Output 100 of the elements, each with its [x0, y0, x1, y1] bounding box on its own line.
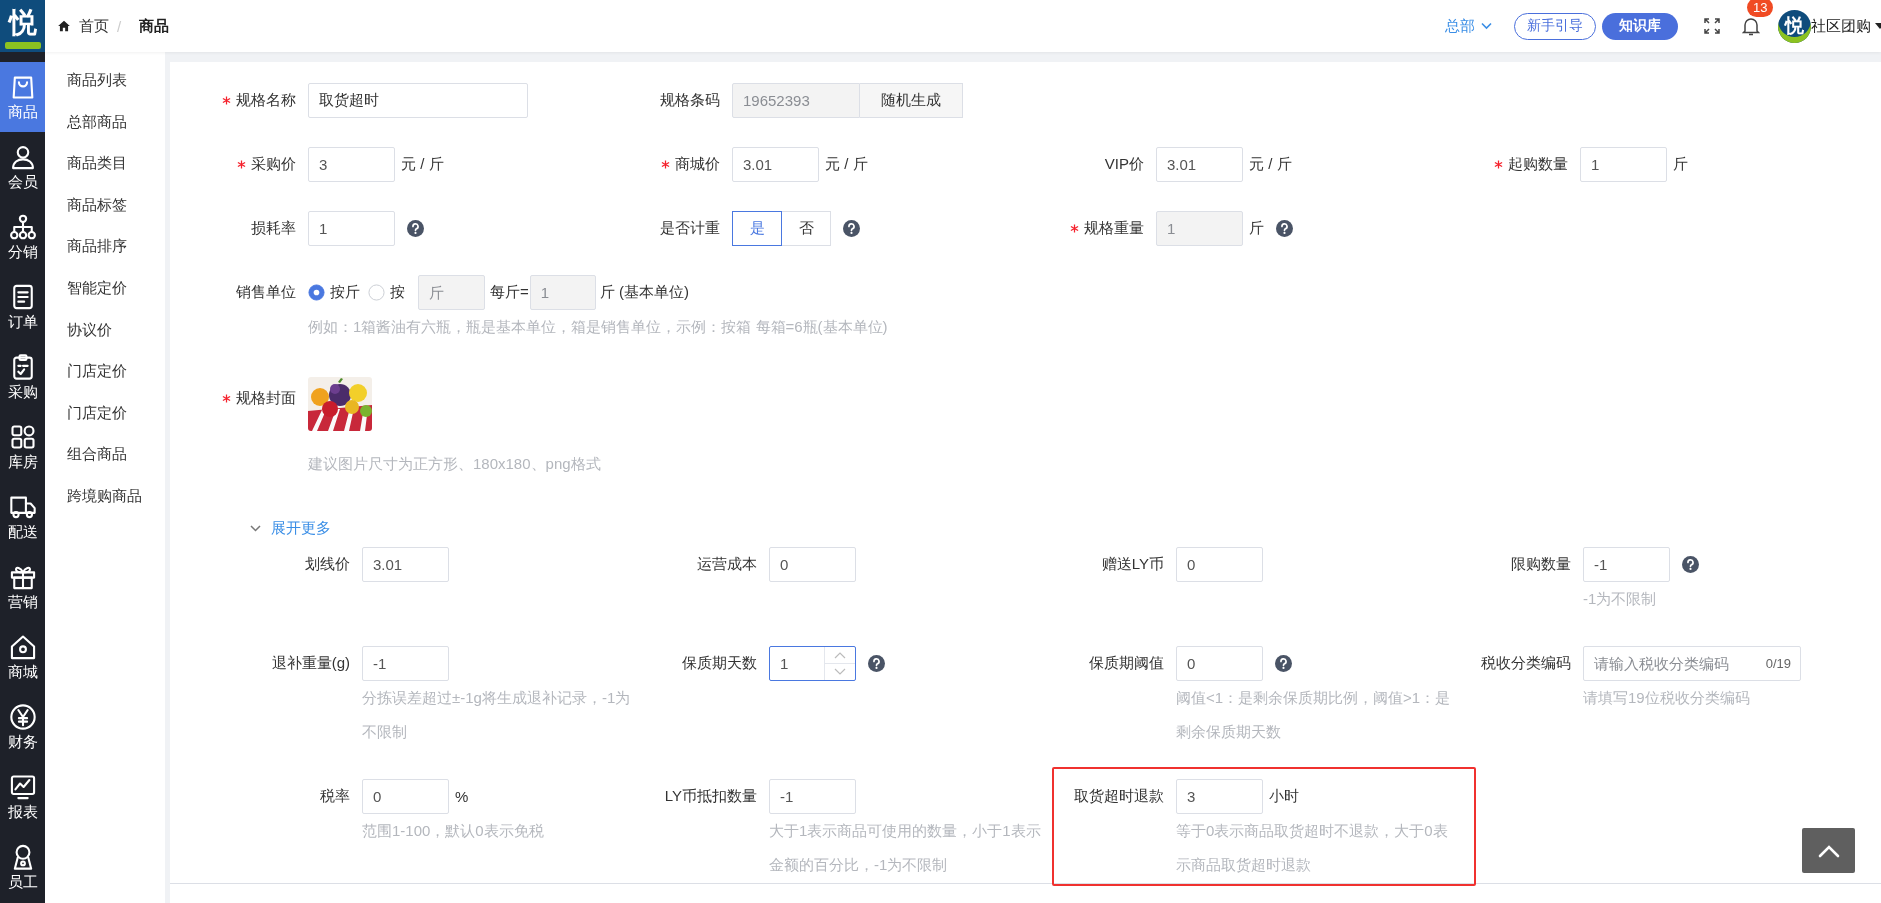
- sub-nav-item[interactable]: 商品类目: [45, 142, 165, 184]
- chevron-up-icon: [1817, 843, 1840, 858]
- nav-item[interactable]: 采购: [0, 342, 45, 412]
- hint-text: 请填写19位税收分类编码: [1583, 688, 1751, 708]
- unit-label: 元 / 斤: [825, 155, 868, 174]
- nav-item[interactable]: 库房: [0, 412, 45, 482]
- nav-item[interactable]: 会员: [0, 132, 45, 202]
- number-field[interactable]: 1: [769, 646, 856, 681]
- field-label: 是否计重: [660, 219, 720, 238]
- sub-nav-item[interactable]: 门店定价: [45, 350, 165, 392]
- hint-text: 例如：1箱酱油有六瓶，瓶是基本单位，箱是销售单位，示例：按箱 每箱=6瓶(基本单位): [308, 317, 889, 337]
- knowledge-button[interactable]: 知识库: [1602, 12, 1678, 40]
- breadcrumb-current: 商品: [139, 16, 170, 36]
- nav-item[interactable]: 报表: [0, 762, 45, 832]
- input-field: 19652393: [732, 83, 860, 118]
- segment-option[interactable]: 是: [732, 211, 782, 246]
- field-label: 运营成本: [697, 555, 757, 574]
- input-field[interactable]: -1: [1583, 547, 1670, 582]
- chart-icon: [8, 772, 37, 801]
- nav-item[interactable]: 商城: [0, 622, 45, 692]
- field-label: 保质期阈值: [1089, 654, 1164, 673]
- nav-item[interactable]: 订单: [0, 272, 45, 342]
- sub-nav-item[interactable]: 商品标签: [45, 183, 165, 226]
- field-label: 损耗率: [251, 219, 296, 238]
- input-field[interactable]: 3: [1176, 779, 1263, 814]
- sub-nav-item[interactable]: 协议价: [45, 308, 165, 351]
- chevron-down-icon: [1481, 22, 1492, 30]
- input-field[interactable]: 0: [769, 547, 856, 582]
- nav-item[interactable]: 员工: [0, 832, 45, 902]
- char-counter: 0/19: [1765, 655, 1791, 672]
- input-field[interactable]: 取货超时: [308, 83, 528, 118]
- org-dropdown[interactable]: 总部: [1445, 16, 1492, 36]
- input-field[interactable]: 0: [1176, 646, 1263, 681]
- radio-option[interactable]: 按斤: [308, 283, 360, 302]
- sub-nav-item[interactable]: 总部商品: [45, 100, 165, 143]
- fullscreen-icon[interactable]: [1704, 18, 1720, 34]
- input-field[interactable]: 0: [362, 779, 449, 814]
- sub-nav-item[interactable]: 商品排序: [45, 225, 165, 267]
- chevron-down-icon: [250, 525, 261, 532]
- nav-item[interactable]: 配送: [0, 482, 45, 552]
- field-label: 销售单位: [236, 283, 296, 302]
- input-field[interactable]: 1: [308, 211, 395, 246]
- input-field[interactable]: 0: [1176, 547, 1263, 582]
- unit-label: 元 / 斤: [401, 155, 444, 174]
- unit-label: 斤: [1249, 219, 1264, 238]
- field-label: 税率: [320, 787, 350, 806]
- field-label: 起购数量: [1508, 155, 1568, 174]
- squares-icon: [8, 422, 37, 451]
- sub-nav-item[interactable]: 商品列表: [45, 59, 165, 101]
- hint-text: 等于0表示商品取货超时不退款，大于0表示商品取货超时退款: [1176, 821, 1449, 875]
- input-field[interactable]: 3.01: [1156, 147, 1243, 182]
- hint-text: -1为不限制: [1583, 589, 1658, 609]
- input-field[interactable]: 3.01: [362, 547, 449, 582]
- input-field: 斤: [418, 275, 485, 310]
- unit-label: 斤: [1673, 155, 1688, 174]
- input-field[interactable]: -1: [769, 779, 856, 814]
- expand-link[interactable]: 展开更多: [250, 519, 331, 538]
- hint-text: 范围1-100，默认0表示免税: [362, 821, 545, 841]
- input-field: 1: [1156, 211, 1243, 246]
- input-field[interactable]: -1: [362, 646, 449, 681]
- field-label: 划线价: [305, 555, 350, 574]
- field-label: 采购价: [251, 155, 296, 174]
- sub-nav-item[interactable]: 智能定价: [45, 266, 165, 309]
- field-label: 退补重量(g): [271, 654, 350, 673]
- yen-icon: [8, 702, 37, 731]
- input-field[interactable]: 3: [308, 147, 395, 182]
- home-icon: [57, 19, 71, 33]
- back-to-top-button[interactable]: [1802, 828, 1855, 873]
- field-label: 商城价: [675, 155, 720, 174]
- unit-label: 元 / 斤: [1249, 155, 1292, 174]
- hint-text: 建议图片尺寸为正方形、180x180、png格式: [308, 454, 602, 474]
- field-label: 限购数量: [1511, 555, 1571, 574]
- input-field[interactable]: 1: [1580, 147, 1667, 182]
- avatar[interactable]: 悦: [1778, 9, 1811, 43]
- field-label: VIP价: [1104, 155, 1144, 174]
- sub-nav-item[interactable]: 门店定价: [45, 391, 165, 434]
- field-label: 规格条码: [660, 91, 720, 110]
- nav-item[interactable]: 分销: [0, 202, 45, 272]
- bell-icon[interactable]: [1742, 16, 1760, 36]
- field-label: LY币抵扣数量: [664, 787, 757, 806]
- radio-option[interactable]: 按: [368, 283, 405, 302]
- sub-nav-item[interactable]: 跨境购商品: [45, 474, 165, 517]
- nav-item[interactable]: 商品: [0, 62, 45, 132]
- nav-item[interactable]: 财务: [0, 692, 45, 762]
- notification-badge: 13: [1747, 0, 1774, 17]
- sub-nav-item[interactable]: 组合商品: [45, 433, 165, 475]
- breadcrumb-link[interactable]: 首页: [79, 16, 109, 36]
- field-label: 规格重量: [1084, 219, 1144, 238]
- segment-option[interactable]: 否: [781, 211, 831, 246]
- guide-button[interactable]: 新手引导: [1514, 12, 1596, 40]
- unit-label: 小时: [1269, 787, 1299, 806]
- unit-label: %: [455, 788, 469, 805]
- input-field[interactable]: 3.01: [732, 147, 819, 182]
- nav-item[interactable]: 营销: [0, 552, 45, 622]
- user-menu[interactable]: 社区团购: [1811, 16, 1881, 36]
- field-label: 赠送LY币: [1101, 555, 1164, 574]
- hint-text: 阈值<1：是剩余保质期比例，阈值>1：是剩余保质期天数: [1176, 688, 1452, 742]
- field-label: 保质期天数: [682, 654, 757, 673]
- breadcrumb-separator: /: [117, 17, 122, 35]
- field-label: 税收分类编码: [1481, 654, 1571, 673]
